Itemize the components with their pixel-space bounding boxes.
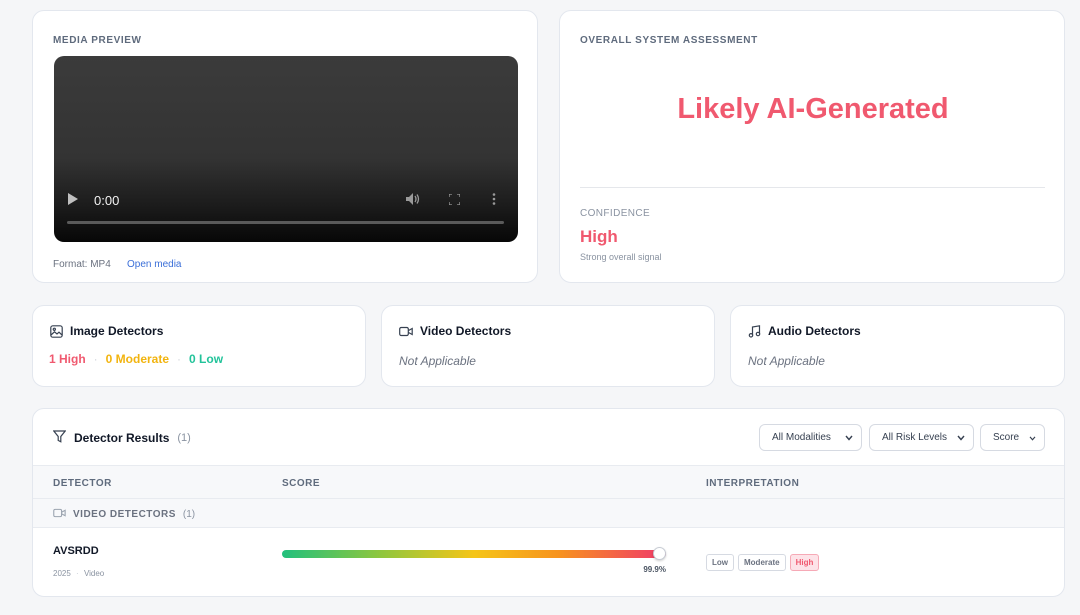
- level-chip-low: Low: [706, 554, 734, 571]
- chevron-down-icon: [845, 433, 853, 443]
- score-value: 99.9%: [643, 565, 666, 574]
- modality-filter-value: All Modalities: [772, 432, 831, 443]
- level-chip-moderate: Moderate: [738, 554, 786, 571]
- column-score: SCORE: [282, 478, 321, 489]
- audio-detectors-status: Not Applicable: [748, 354, 825, 368]
- score-bar: [282, 547, 666, 560]
- divider: [580, 187, 1045, 188]
- meta-separator: ·: [76, 569, 79, 578]
- image-detectors-header: Image Detectors: [50, 324, 163, 338]
- confidence-note: Strong overall signal: [580, 252, 662, 262]
- image-detectors-card: Image Detectors 1 High · 0 Moderate · 0 …: [32, 305, 366, 387]
- group-count: (1): [182, 509, 196, 520]
- media-preview-card: MEDIA PREVIEW 0:00 Format: MP4 Open medi…: [32, 10, 538, 283]
- detector-year: 2025: [53, 569, 71, 578]
- score-marker: [652, 547, 666, 560]
- image-detectors-title: Image Detectors: [70, 324, 164, 338]
- detector-name: AVSRDD: [53, 545, 99, 557]
- assessment-verdict: Likely AI-Generated: [677, 93, 949, 125]
- high-count: 1 High: [49, 352, 86, 366]
- group-label: VIDEO DETECTORS (1): [53, 508, 195, 521]
- interpretation-levels: Low Moderate High: [706, 554, 820, 571]
- detector-results-header: Detector Results (1): [52, 430, 191, 446]
- open-media-link[interactable]: Open media: [127, 259, 181, 270]
- video-camera-icon: [53, 508, 66, 521]
- audio-detectors-header: Audio Detectors: [748, 324, 861, 338]
- overall-assessment-card: OVERALL SYSTEM ASSESSMENT Likely AI-Gene…: [559, 10, 1065, 283]
- sort-value: Score: [993, 432, 1020, 443]
- risk-level-filter-value: All Risk Levels: [882, 432, 948, 443]
- music-note-icon: [748, 324, 761, 338]
- volume-icon[interactable]: [406, 193, 420, 208]
- more-vertical-icon[interactable]: [492, 193, 496, 208]
- image-icon: [50, 324, 63, 338]
- filter-funnel-icon: [52, 430, 67, 446]
- moderate-count: 0 Moderate: [105, 352, 170, 366]
- play-icon[interactable]: [68, 192, 80, 206]
- audio-detectors-title: Audio Detectors: [768, 324, 861, 338]
- column-detector: DETECTOR: [53, 478, 112, 489]
- video-progress-track[interactable]: [67, 221, 504, 224]
- table-header: DETECTOR SCORE INTERPRETATION: [33, 465, 1064, 499]
- video-detectors-header: Video Detectors: [399, 324, 511, 338]
- detector-results-title: Detector Results: [74, 431, 170, 445]
- fullscreen-icon[interactable]: [448, 193, 461, 208]
- sort-select[interactable]: Score: [980, 424, 1045, 451]
- risk-level-filter-select[interactable]: All Risk Levels: [869, 424, 974, 451]
- video-detectors-status: Not Applicable: [399, 354, 476, 368]
- chevron-down-icon: [1029, 433, 1036, 443]
- assessment-label: OVERALL SYSTEM ASSESSMENT: [580, 35, 758, 46]
- column-interpretation: INTERPRETATION: [706, 478, 800, 489]
- detector-modality: Video: [83, 569, 105, 578]
- media-preview-label: MEDIA PREVIEW: [53, 35, 142, 46]
- group-title: VIDEO DETECTORS: [73, 509, 176, 520]
- audio-detectors-card: Audio Detectors Not Applicable: [730, 305, 1065, 387]
- low-count: 0 Low: [189, 352, 224, 366]
- group-row-video-detectors[interactable]: VIDEO DETECTORS (1): [33, 499, 1064, 528]
- detector-results-card: Detector Results (1) All Modalities All …: [32, 408, 1065, 597]
- video-detectors-card: Video Detectors Not Applicable: [381, 305, 715, 387]
- confidence-label: CONFIDENCE: [580, 208, 651, 219]
- level-chip-high: High: [789, 554, 820, 571]
- confidence-value: High: [580, 227, 618, 246]
- stat-separator: ·: [93, 352, 98, 366]
- video-detectors-title: Video Detectors: [420, 324, 512, 338]
- video-player[interactable]: 0:00: [54, 56, 518, 242]
- media-format: Format: MP4: [53, 259, 111, 270]
- detector-results-count: (1): [177, 432, 191, 444]
- video-camera-icon: [399, 326, 413, 337]
- chevron-down-icon: [957, 433, 965, 443]
- stat-separator: ·: [177, 352, 182, 366]
- modality-filter-select[interactable]: All Modalities: [759, 424, 862, 451]
- image-detectors-stats: 1 High · 0 Moderate · 0 Low: [49, 352, 223, 366]
- video-current-time: 0:00: [94, 193, 120, 208]
- detector-meta: 2025 · Video: [53, 569, 104, 578]
